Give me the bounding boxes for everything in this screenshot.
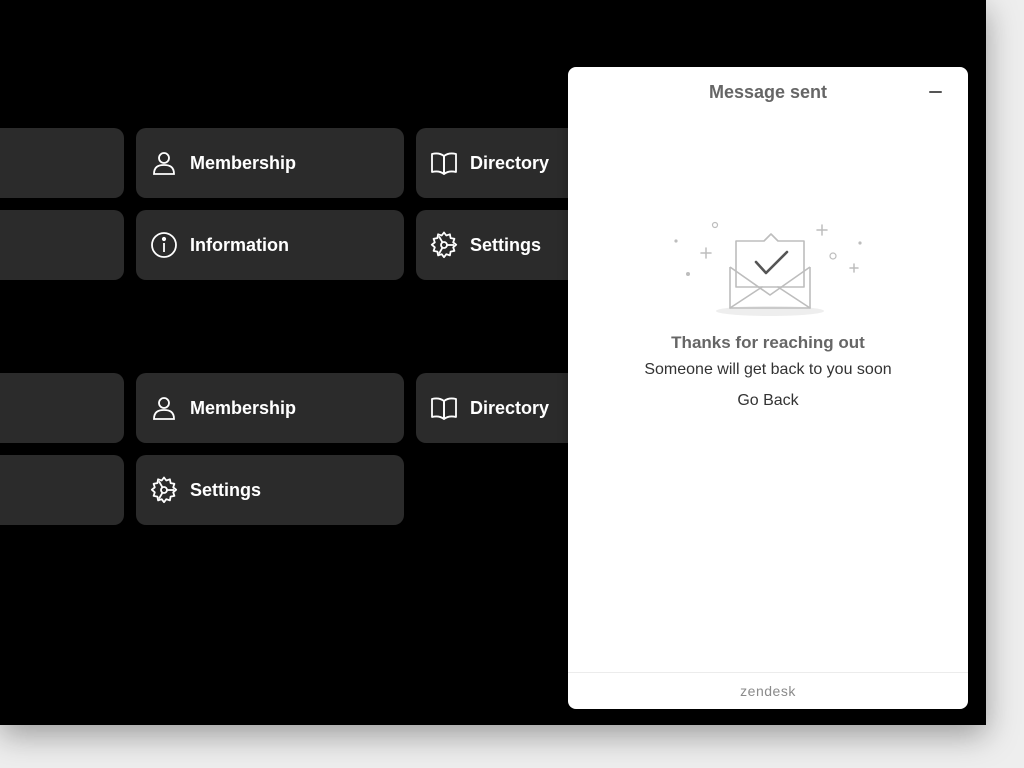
membership-tile-2[interactable]: Membership bbox=[136, 373, 404, 443]
tile-partial-2[interactable] bbox=[0, 210, 124, 280]
widget-header: Message sent bbox=[568, 67, 968, 117]
go-back-button[interactable]: Go Back bbox=[718, 392, 818, 410]
minus-icon bbox=[928, 91, 942, 93]
envelope-check-icon bbox=[674, 221, 862, 316]
gear-icon bbox=[150, 476, 178, 504]
widget-footer: zendesk bbox=[568, 672, 968, 709]
widget-title: Message sent bbox=[708, 81, 828, 102]
gear-icon bbox=[430, 231, 458, 259]
person-icon bbox=[150, 149, 178, 177]
info-icon bbox=[150, 231, 178, 259]
settings-label: Settings bbox=[470, 234, 542, 255]
membership-label: Membership bbox=[190, 152, 297, 173]
book-icon bbox=[430, 149, 458, 177]
app-screen: Membership Directory Information Setting… bbox=[0, 0, 986, 725]
directory-label: Directory bbox=[470, 152, 550, 173]
settings-label: Settings bbox=[190, 479, 262, 500]
membership-tile[interactable]: Membership bbox=[136, 128, 404, 198]
thanks-heading: Thanks for reaching out bbox=[671, 333, 865, 352]
settings-tile-2[interactable]: Settings bbox=[136, 455, 404, 525]
support-widget: Message sent Thanks for reaching out Som… bbox=[568, 67, 968, 709]
tile-partial-1[interactable] bbox=[0, 128, 124, 198]
minimize-button[interactable] bbox=[922, 79, 948, 105]
followup-message: Someone will get back to you soon bbox=[644, 361, 892, 378]
directory-label: Directory bbox=[470, 397, 550, 418]
zendesk-logo[interactable]: zendesk bbox=[740, 683, 796, 699]
tile-partial-4[interactable] bbox=[0, 455, 124, 525]
book-icon bbox=[430, 394, 458, 422]
person-icon bbox=[150, 394, 178, 422]
tile-partial-3[interactable] bbox=[0, 373, 124, 443]
information-tile[interactable]: Information bbox=[136, 210, 404, 280]
information-label: Information bbox=[190, 234, 289, 255]
membership-label: Membership bbox=[190, 397, 297, 418]
